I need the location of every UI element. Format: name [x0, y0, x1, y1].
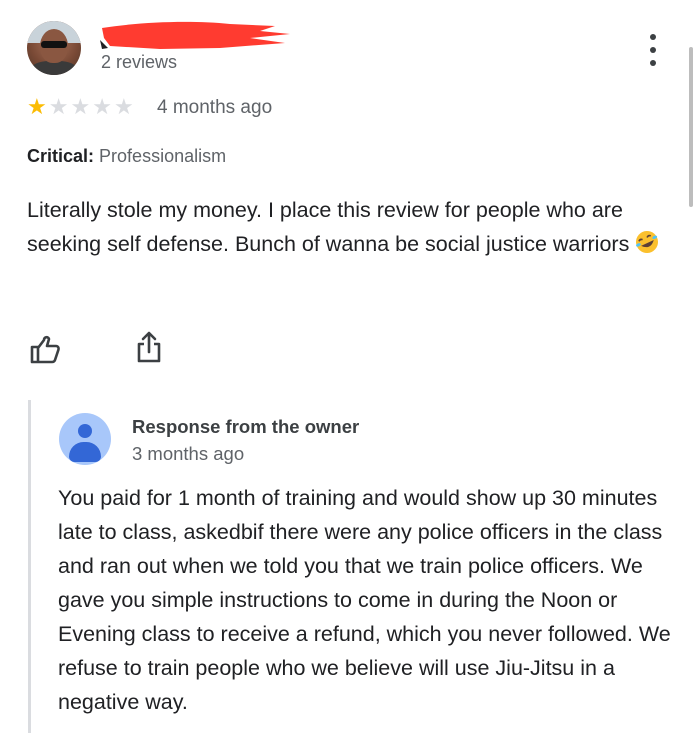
- star-empty-icon: ★: [113, 94, 134, 119]
- scrollbar-thumb[interactable]: [689, 47, 693, 207]
- owner-avatar-icon: [59, 413, 111, 465]
- owner-avatar-head: [78, 424, 92, 438]
- avatar-sunglasses: [41, 41, 67, 48]
- owner-avatar-body: [69, 442, 101, 462]
- review-card: 2 reviews ★ ★ ★ ★ ★ 4 months ago Critical: P…: [0, 0, 700, 746]
- owner-response-time: 3 months ago: [132, 443, 245, 464]
- critical-attribute: Critical: Professionalism: [27, 146, 226, 167]
- reviewer-review-count[interactable]: 2 reviews: [101, 52, 177, 73]
- share-icon[interactable]: [135, 330, 163, 364]
- menu-dot: [650, 47, 656, 53]
- thumbs-up-icon[interactable]: [29, 333, 61, 365]
- star-empty-icon: ★: [92, 94, 112, 119]
- redacted-reviewer-name: [100, 21, 290, 49]
- response-divider: [28, 400, 31, 733]
- avatar-shirt: [31, 61, 77, 75]
- menu-dot: [650, 34, 656, 40]
- critical-label: Critical:: [27, 146, 95, 166]
- star-filled-icon: ★: [27, 94, 47, 119]
- more-vert-icon[interactable]: [643, 34, 663, 66]
- review-body: Literally stole my money. I place this r…: [27, 193, 667, 261]
- star-empty-icon: ★: [48, 94, 69, 119]
- review-text: Literally stole my money. I place this r…: [27, 198, 630, 256]
- owner-response-text: You paid for 1 month of training and wou…: [58, 486, 671, 714]
- owner-response-title: Response from the owner: [132, 416, 360, 437]
- critical-value: Professionalism: [99, 146, 227, 166]
- star-rating: ★ ★ ★ ★ ★: [27, 96, 134, 118]
- review-time: 4 months ago: [157, 97, 273, 118]
- rolling-laughing-emoji-icon: [633, 229, 661, 253]
- menu-dot: [650, 60, 656, 66]
- reviewer-avatar[interactable]: [27, 21, 81, 75]
- star-empty-icon: ★: [70, 94, 91, 119]
